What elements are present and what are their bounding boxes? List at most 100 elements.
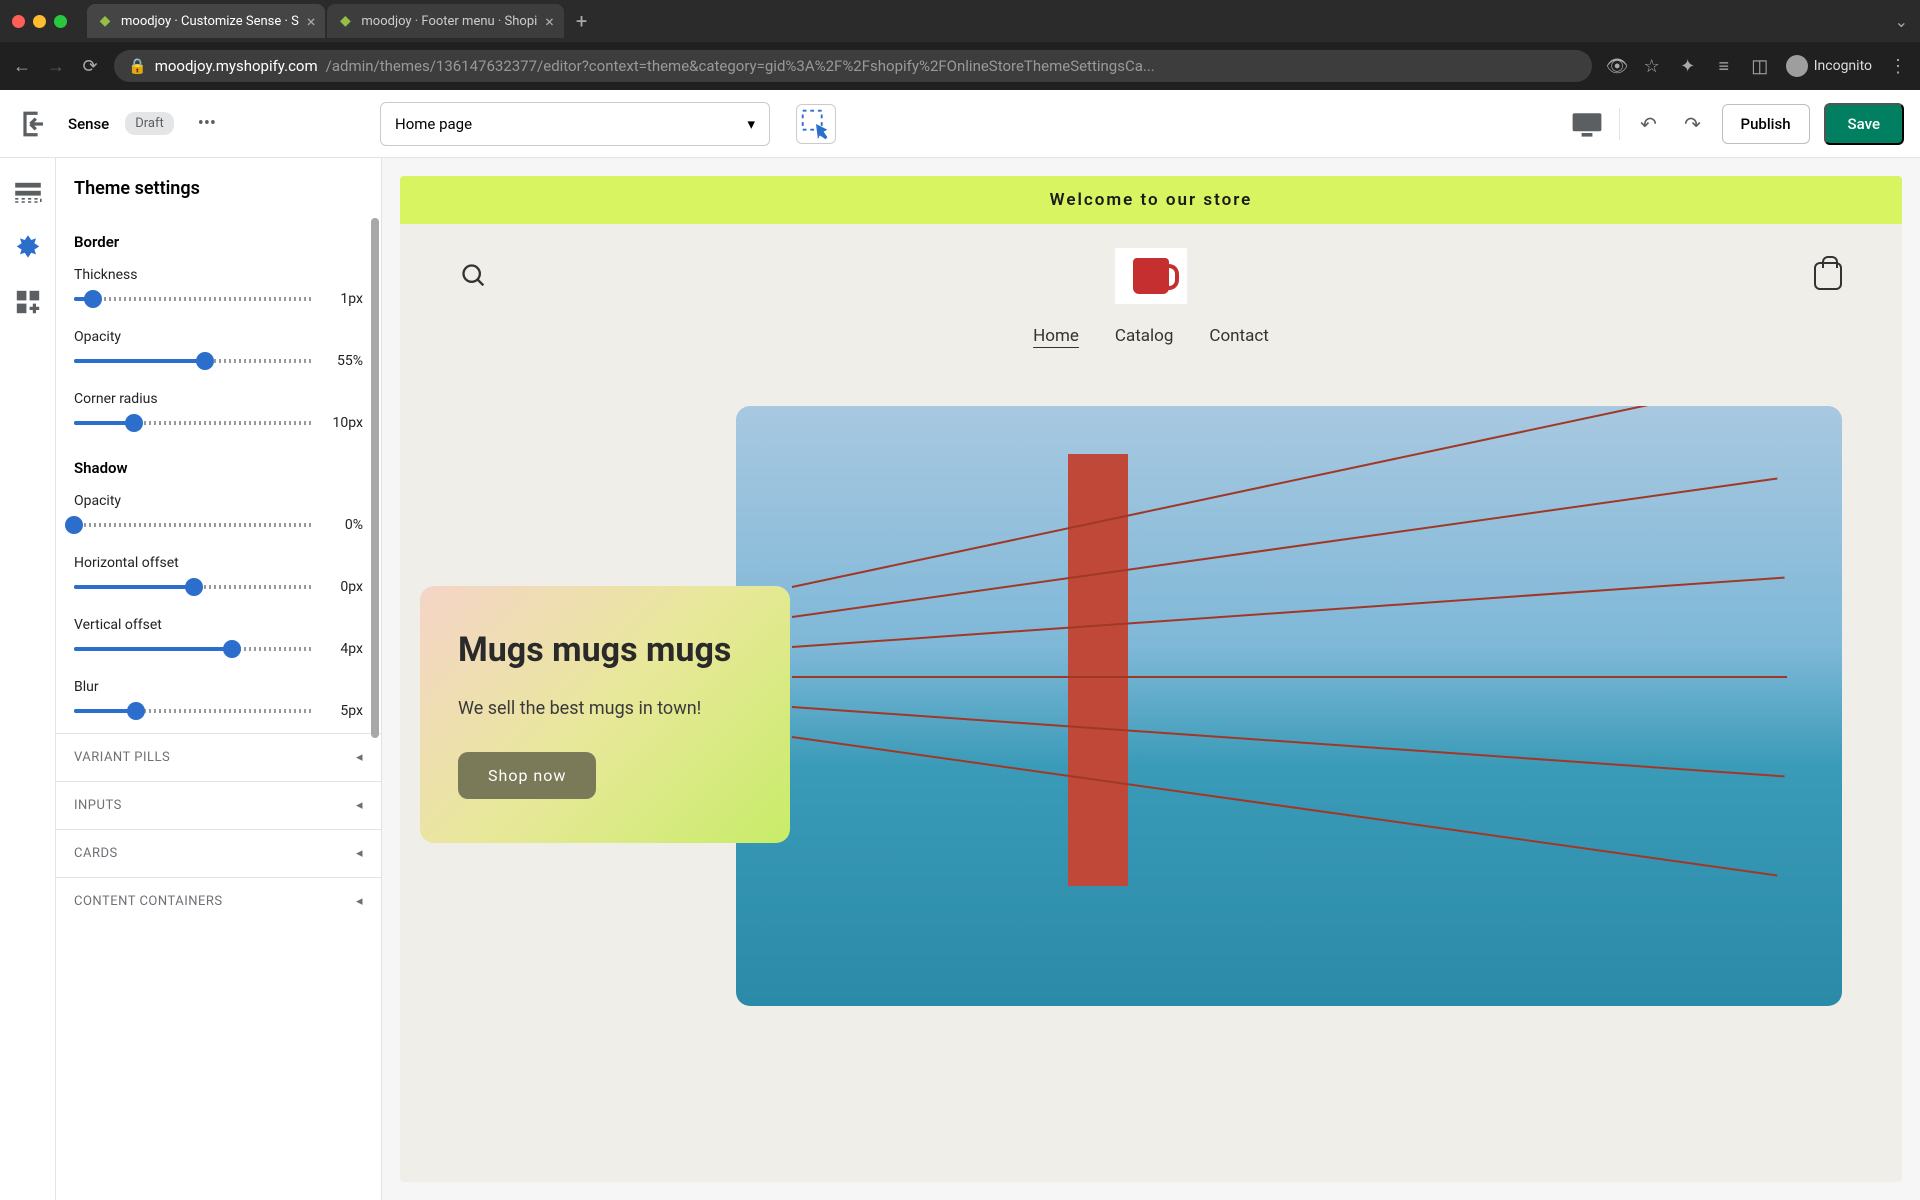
tab-title: moodjoy · Customize Sense · S — [121, 14, 299, 29]
page-selector-value: Home page — [395, 115, 472, 133]
chevron-left-icon: ◂ — [356, 798, 363, 813]
redo-button[interactable]: ↷ — [1678, 109, 1708, 139]
sidebar-scrollbar[interactable] — [371, 218, 379, 738]
desktop-preview-button[interactable] — [1569, 106, 1605, 142]
incognito-label: Incognito — [1814, 58, 1872, 74]
address-bar[interactable]: 🔒 moodjoy.myshopify.com/admin/themes/136… — [114, 50, 1592, 82]
shadow-section-label: Shadow — [56, 445, 381, 485]
nav-home[interactable]: Home — [1033, 326, 1079, 346]
cards-accordion[interactable]: CARDS ◂ — [56, 829, 381, 877]
inputs-label: INPUTS — [74, 798, 122, 813]
left-icon-rail — [0, 158, 56, 1200]
corner-radius-label: Corner radius — [74, 391, 363, 407]
search-button[interactable] — [460, 262, 488, 290]
eye-off-icon[interactable]: 👁 — [1606, 56, 1626, 77]
storefront-preview: Welcome to our store Home Catalog Contac… — [400, 176, 1902, 1182]
bookmark-icon[interactable]: ☆ — [1642, 56, 1662, 77]
sections-rail-icon[interactable] — [12, 178, 44, 210]
window-controls — [12, 15, 67, 28]
hero-section[interactable]: Mugs mugs mugs We sell the best mugs in … — [460, 406, 1842, 1006]
horizontal-offset-value: 0px — [323, 579, 363, 595]
vertical-offset-control: Vertical offset 4px — [56, 609, 381, 671]
page-selector-dropdown[interactable]: Home page ▾ — [380, 102, 770, 146]
tab-close-icon[interactable]: × — [307, 12, 316, 31]
back-button[interactable]: ← — [12, 56, 32, 77]
vertical-offset-value: 4px — [323, 641, 363, 657]
extensions-icon[interactable]: ✦ — [1678, 56, 1698, 77]
chevron-left-icon: ◂ — [356, 750, 363, 765]
url-path: /admin/themes/136147632377/editor?contex… — [326, 57, 1155, 75]
opacity-slider[interactable] — [74, 359, 313, 363]
opacity-value: 55% — [323, 353, 363, 369]
nav-catalog[interactable]: Catalog — [1115, 326, 1174, 346]
chevron-down-icon: ▾ — [747, 115, 755, 133]
browser-tab-1[interactable]: ◆ moodjoy · Customize Sense · S × — [87, 4, 325, 38]
draft-badge: Draft — [125, 112, 174, 135]
variant-pills-accordion[interactable]: VARIANT PILLS ◂ — [56, 733, 381, 781]
app-embeds-rail-icon[interactable] — [12, 286, 44, 318]
url-domain: moodjoy.myshopify.com — [155, 57, 318, 75]
hero-title: Mugs mugs mugs — [458, 630, 752, 671]
search-icon — [460, 262, 488, 290]
blur-control: Blur 5px — [56, 671, 381, 733]
shopify-favicon-icon: ◆ — [337, 13, 353, 29]
window-close-button[interactable] — [12, 15, 25, 28]
editor-topbar: Sense Draft ••• Home page ▾ ↶ ↷ Publish … — [0, 90, 1920, 158]
shadow-opacity-value: 0% — [323, 517, 363, 533]
shopify-favicon-icon: ◆ — [97, 13, 113, 29]
blur-label: Blur — [74, 679, 363, 695]
hero-text-card: Mugs mugs mugs We sell the best mugs in … — [420, 586, 790, 843]
horizontal-offset-control: Horizontal offset 0px — [56, 547, 381, 609]
side-panel-icon[interactable]: ◫ — [1750, 56, 1770, 77]
blur-slider[interactable] — [74, 709, 313, 713]
sidebar-title: Theme settings — [56, 158, 381, 219]
shop-now-button[interactable]: Shop now — [458, 752, 596, 799]
browser-tabs: ◆ moodjoy · Customize Sense · S × ◆ mood… — [87, 4, 1887, 38]
exit-editor-button[interactable] — [16, 106, 52, 142]
lock-icon: 🔒 — [128, 57, 147, 75]
thickness-label: Thickness — [74, 267, 363, 283]
reading-list-icon[interactable]: ≡ — [1714, 56, 1734, 77]
corner-radius-slider[interactable] — [74, 421, 313, 425]
content-containers-accordion[interactable]: CONTENT CONTAINERS ◂ — [56, 877, 381, 925]
hero-subtitle: We sell the best mugs in town! — [458, 695, 752, 722]
divider — [1619, 108, 1620, 140]
inspector-tool-button[interactable] — [796, 104, 836, 144]
tabs-overflow-icon[interactable]: ⌄ — [1895, 12, 1908, 31]
corner-radius-control: Corner radius 10px — [56, 383, 381, 445]
vertical-offset-slider[interactable] — [74, 647, 313, 651]
tab-close-icon[interactable]: × — [545, 12, 554, 31]
horizontal-offset-slider[interactable] — [74, 585, 313, 589]
theme-name: Sense — [68, 115, 109, 133]
browser-menu-icon[interactable]: ⋮ — [1888, 56, 1908, 77]
nav-contact[interactable]: Contact — [1209, 326, 1268, 346]
desktop-icon — [1569, 106, 1605, 142]
thickness-slider[interactable] — [74, 297, 313, 301]
forward-button[interactable]: → — [46, 56, 66, 77]
shadow-opacity-slider[interactable] — [74, 523, 313, 527]
thickness-control: Thickness 1px — [56, 259, 381, 321]
window-minimize-button[interactable] — [33, 15, 46, 28]
theme-preview-canvas: Welcome to our store Home Catalog Contac… — [382, 158, 1920, 1200]
more-actions-button[interactable]: ••• — [190, 113, 224, 134]
new-tab-button[interactable]: + — [566, 9, 597, 33]
store-header — [400, 224, 1902, 314]
inputs-accordion[interactable]: INPUTS ◂ — [56, 781, 381, 829]
browser-tab-2[interactable]: ◆ moodjoy · Footer menu · Shopi × — [327, 4, 563, 38]
undo-button[interactable]: ↶ — [1634, 109, 1664, 139]
browser-tab-strip: ◆ moodjoy · Customize Sense · S × ◆ mood… — [0, 0, 1920, 42]
shadow-opacity-label: Opacity — [74, 493, 363, 509]
border-section-label: Border — [56, 219, 381, 259]
incognito-badge: Incognito — [1786, 55, 1872, 77]
store-logo[interactable] — [1115, 248, 1187, 304]
announcement-bar[interactable]: Welcome to our store — [400, 176, 1902, 224]
browser-toolbar: ← → ⟳ 🔒 moodjoy.myshopify.com/admin/them… — [0, 42, 1920, 90]
publish-button[interactable]: Publish — [1722, 104, 1810, 144]
window-maximize-button[interactable] — [54, 15, 67, 28]
horizontal-offset-label: Horizontal offset — [74, 555, 363, 571]
save-button[interactable]: Save — [1824, 103, 1904, 145]
reload-button[interactable]: ⟳ — [80, 56, 100, 77]
theme-settings-rail-icon[interactable] — [12, 232, 44, 264]
opacity-label: Opacity — [74, 329, 363, 345]
cart-button[interactable] — [1814, 262, 1842, 290]
